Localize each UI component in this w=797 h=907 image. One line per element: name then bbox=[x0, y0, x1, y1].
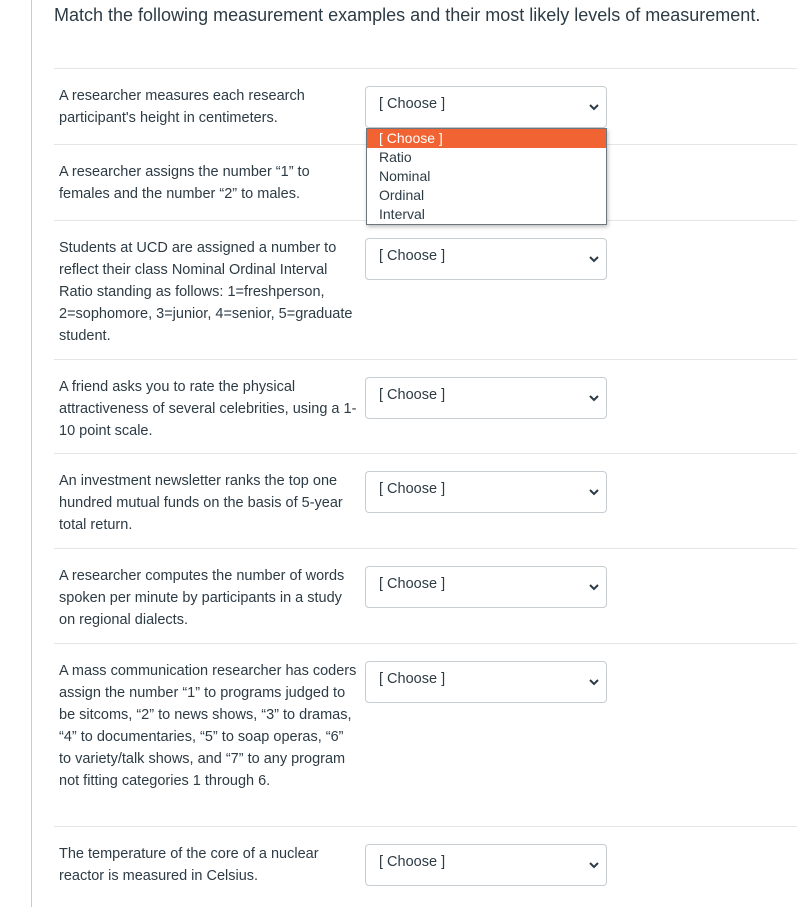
match-select-2-value: [ Choose ] bbox=[379, 248, 446, 264]
chevron-down-icon bbox=[589, 104, 599, 111]
match-select-5-value: [ Choose ] bbox=[379, 576, 446, 592]
match-row-3: A friend asks you to rate the physical a… bbox=[54, 359, 797, 453]
chevron-down-icon bbox=[589, 395, 599, 402]
chevron-down-icon bbox=[589, 256, 599, 263]
match-prompt-2: Students at UCD are assigned a number to… bbox=[59, 240, 353, 344]
match-row-5: A researcher computes the number of word… bbox=[54, 548, 797, 643]
match-select-6-value: [ Choose ] bbox=[379, 671, 446, 687]
dropdown-option-nominal[interactable]: Nominal bbox=[367, 167, 606, 186]
match-select-7[interactable]: [ Choose ] bbox=[365, 844, 607, 886]
match-prompt-3: A friend asks you to rate the physical a… bbox=[59, 379, 357, 439]
match-select-5[interactable]: [ Choose ] bbox=[365, 566, 607, 608]
match-select-3-value: [ Choose ] bbox=[379, 387, 446, 403]
chevron-down-icon bbox=[589, 584, 599, 591]
left-border bbox=[31, 0, 32, 907]
match-select-3[interactable]: [ Choose ] bbox=[365, 377, 607, 419]
level-dropdown-list: [ Choose ] Ratio Nominal Ordinal Interva… bbox=[366, 128, 607, 225]
match-select-4-value: [ Choose ] bbox=[379, 481, 446, 497]
match-prompt-1: A researcher assigns the number “1” to f… bbox=[59, 164, 310, 202]
chevron-down-icon bbox=[589, 679, 599, 686]
match-select-0-value: [ Choose ] bbox=[379, 96, 446, 112]
dropdown-option-ratio[interactable]: Ratio bbox=[367, 148, 606, 167]
match-prompt-6: A mass communication researcher has code… bbox=[59, 663, 357, 789]
match-select-2[interactable]: [ Choose ] bbox=[365, 238, 607, 280]
dropdown-option-interval[interactable]: Interval bbox=[367, 205, 606, 224]
chevron-down-icon bbox=[589, 489, 599, 496]
match-select-0[interactable]: [ Choose ] bbox=[365, 86, 607, 128]
match-row-2: Students at UCD are assigned a number to… bbox=[54, 220, 797, 359]
dropdown-option-ordinal[interactable]: Ordinal bbox=[367, 186, 606, 205]
match-select-6[interactable]: [ Choose ] bbox=[365, 661, 607, 703]
match-select-4[interactable]: [ Choose ] bbox=[365, 471, 607, 513]
question-title: Match the following measurement examples… bbox=[54, 5, 761, 25]
chevron-down-icon bbox=[589, 862, 599, 869]
match-prompt-0: A researcher measures each research part… bbox=[59, 88, 305, 126]
match-prompt-4: An investment newsletter ranks the top o… bbox=[59, 473, 343, 533]
match-row-6: A mass communication researcher has code… bbox=[54, 643, 797, 826]
match-select-7-value: [ Choose ] bbox=[379, 854, 446, 870]
match-row-7: The temperature of the core of a nuclear… bbox=[54, 826, 797, 906]
match-row-4: An investment newsletter ranks the top o… bbox=[54, 453, 797, 548]
match-prompt-5: A researcher computes the number of word… bbox=[59, 568, 345, 628]
dropdown-option-choose[interactable]: [ Choose ] bbox=[367, 129, 606, 148]
match-prompt-7: The temperature of the core of a nuclear… bbox=[59, 846, 319, 884]
